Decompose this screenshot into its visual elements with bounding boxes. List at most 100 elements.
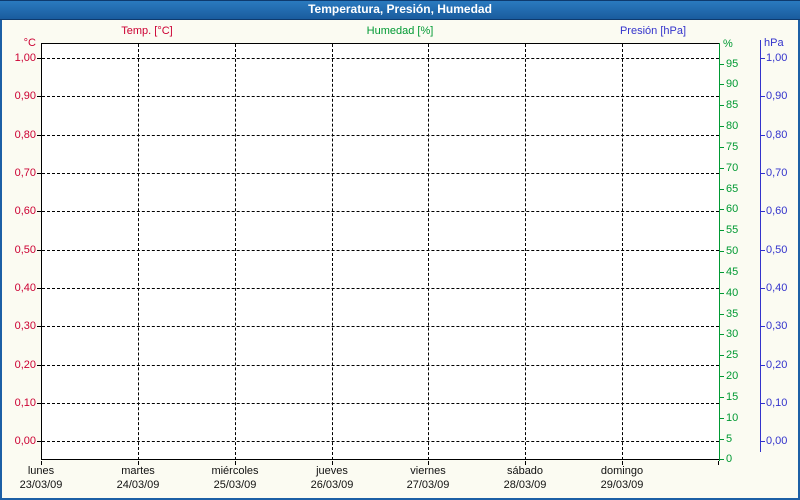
humidity-axis-label: 85 [726,99,739,111]
humidity-axis-tick [720,272,724,273]
humidity-axis-label: 80 [726,120,739,132]
humidity-axis-label: 55 [726,224,739,236]
h-gridline [42,326,719,327]
legend-item-temperature: Temp. [°C] [121,25,173,37]
humidity-axis-tick [720,293,724,294]
day-date-label: 24/03/09 [116,479,160,491]
h-gridline [42,96,719,97]
temp-axis-tick [37,326,41,327]
pressure-axis-label: 0,60 [766,205,788,217]
pressure-axis-tick [761,326,765,327]
temp-axis-label: 0,40 [14,282,36,294]
humidity-axis-tick [720,64,724,65]
h-gridline [42,135,719,136]
temp-axis-tick [37,96,41,97]
humidity-axis-tick [720,209,724,210]
humidity-axis-tick [720,418,724,419]
h-gridline [42,58,719,59]
pressure-axis-tick [761,58,765,59]
humidity-axis-label: 75 [726,141,739,153]
humidity-axis-label: 5 [726,433,733,445]
temp-axis-tick [37,288,41,289]
h-gridline [42,250,719,251]
temp-axis-tick [37,441,41,442]
v-gridline [622,44,623,460]
h-gridline [42,441,719,442]
temp-axis-label: 0,10 [14,397,36,409]
humidity-axis-label: 70 [726,162,739,174]
humidity-axis-tick [720,105,724,106]
chart-window: Temperatura, Presión, Humedad Temp. [°C]… [0,0,800,500]
temp-axis-header: °C [23,37,36,49]
v-gridline [235,44,236,460]
humidity-axis-tick [720,334,724,335]
pressure-axis-tick [761,365,765,366]
title-bar: Temperatura, Presión, Humedad [0,0,800,20]
pressure-axis-label: 0,50 [766,244,788,256]
plot-area [41,43,719,460]
pressure-axis-tick [761,135,765,136]
humidity-axis-label: 35 [726,308,739,320]
humidity-axis-label: 90 [726,78,739,90]
h-gridline [42,173,719,174]
h-gridline [42,365,719,366]
humidity-axis-tick [720,189,724,190]
h-gridline [42,403,719,404]
day-name-label: viernes [410,465,446,477]
day-name-label: domingo [600,465,644,477]
humidity-axis-label: 45 [726,266,739,278]
humidity-axis-tick [720,439,724,440]
humidity-axis-label: 40 [726,287,739,299]
day-date-label: 27/03/09 [406,479,450,491]
day-name-label: miércoles [211,465,259,477]
temp-axis-tick [37,250,41,251]
pressure-axis-header: hPa [764,37,784,49]
pressure-axis-label: 0,40 [766,282,788,294]
temp-axis-tick [37,211,41,212]
pressure-axis-label: 0,70 [766,167,788,179]
humidity-axis-label: 0 [726,453,733,465]
v-gridline [138,44,139,460]
humidity-axis-tick [720,397,724,398]
humidity-axis-label: 50 [726,245,739,257]
humidity-axis-tick [720,230,724,231]
pressure-axis-tick [761,403,765,404]
day-date-label: 29/03/09 [600,479,644,491]
temp-axis-label: 0,30 [14,320,36,332]
day-name-label: lunes [27,465,55,477]
h-gridline [42,288,719,289]
pressure-axis-tick [761,173,765,174]
pressure-axis-label: 0,90 [766,90,788,102]
x-axis-tick [718,461,719,465]
pressure-axis-tick [761,250,765,251]
v-gridline [332,44,333,460]
legend-item-pressure: Presión [hPa] [619,25,687,37]
humidity-axis-tick [720,251,724,252]
temp-axis-label: 0,60 [14,205,36,217]
temp-axis-tick [37,173,41,174]
temp-axis-label: 0,80 [14,129,36,141]
pressure-axis-label: 1,00 [766,52,788,64]
humidity-axis-tick [720,376,724,377]
pressure-axis-line [760,40,761,452]
temp-axis-tick [37,135,41,136]
temp-axis-label: 1,00 [14,52,36,64]
temp-axis-label: 0,20 [14,359,36,371]
humidity-axis-header: % [723,38,733,50]
humidity-axis-label: 15 [726,391,739,403]
humidity-axis-tick [720,168,724,169]
h-gridline [42,211,719,212]
legend-item-humidity: Humedad [%] [366,25,434,37]
temp-axis-label: 0,90 [14,90,36,102]
temp-axis-label: 0,00 [14,435,36,447]
humidity-axis-tick [720,459,724,460]
humidity-axis-label: 30 [726,328,739,340]
v-gridline [428,44,429,460]
pressure-axis-tick [761,96,765,97]
day-date-label: 28/03/09 [503,479,547,491]
day-name-label: martes [121,465,155,477]
temp-axis-tick [37,403,41,404]
pressure-axis-tick [761,288,765,289]
pressure-axis-tick [761,441,765,442]
chart-title: Temperatura, Presión, Humedad [308,2,492,16]
